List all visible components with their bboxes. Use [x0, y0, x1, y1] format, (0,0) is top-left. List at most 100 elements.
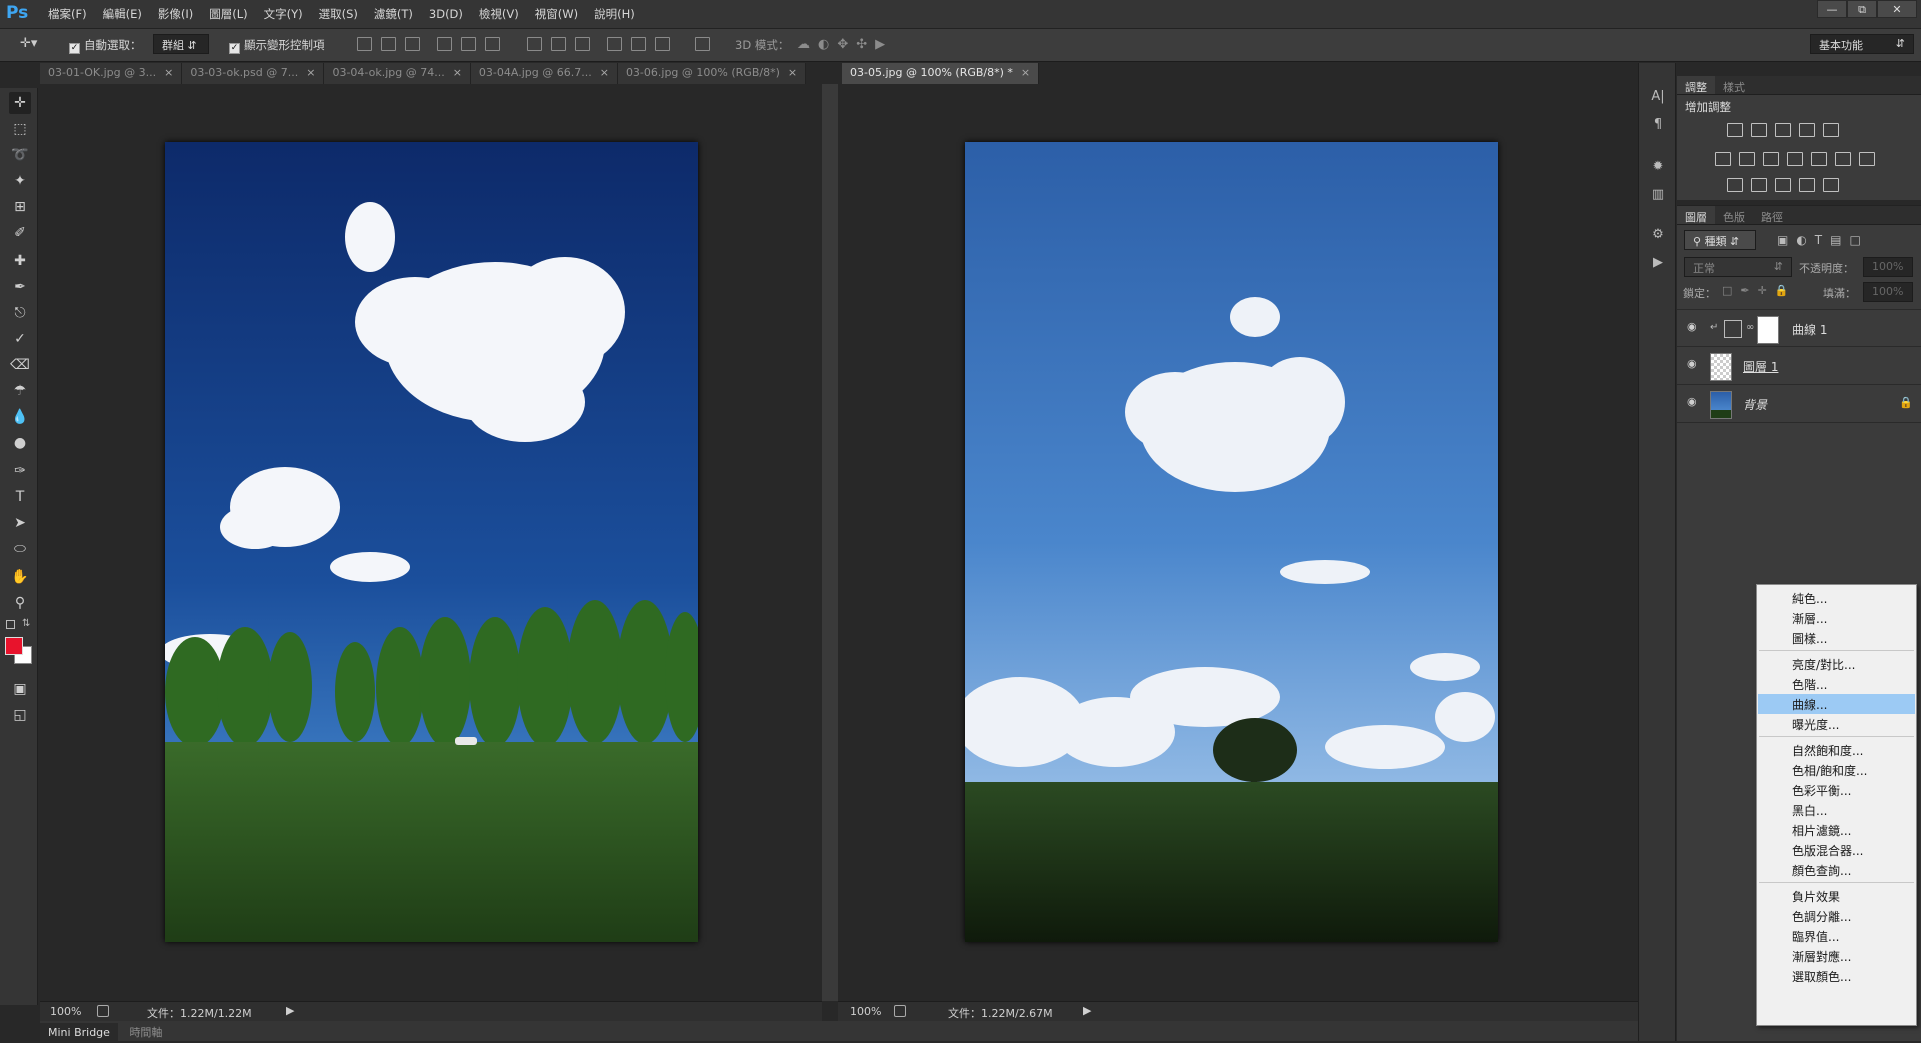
- doc-tab[interactable]: 03-04-ok.jpg @ 74... ×: [324, 63, 471, 84]
- menu-layer[interactable]: 圖層(L): [201, 6, 255, 22]
- type-tool-icon[interactable]: T: [9, 486, 31, 508]
- menu-window[interactable]: 視窗(W): [527, 6, 586, 22]
- tab-mini-bridge[interactable]: Mini Bridge: [40, 1023, 118, 1042]
- histogram-icon[interactable]: ▥: [1650, 187, 1666, 203]
- split-divider[interactable]: [822, 84, 838, 1001]
- move-tool-icon[interactable]: ✛: [9, 92, 31, 114]
- dodge-tool-icon[interactable]: ●: [9, 432, 31, 454]
- distribute-left-icon[interactable]: [607, 37, 622, 51]
- curves-icon[interactable]: [1775, 123, 1791, 137]
- pen-tool-icon[interactable]: ✑: [9, 460, 31, 482]
- menu-3d[interactable]: 3D(D): [421, 6, 471, 22]
- menu-item-brightness-contrast[interactable]: 亮度/對比...: [1758, 654, 1915, 674]
- distribute-hcenter-icon[interactable]: [631, 37, 646, 51]
- lasso-tool-icon[interactable]: ➰: [9, 144, 31, 166]
- swap-colors-icon[interactable]: ⇅: [22, 618, 30, 629]
- right-document-canvas[interactable]: [838, 84, 1638, 1001]
- menu-select[interactable]: 選取(S): [311, 6, 366, 22]
- path-select-tool-icon[interactable]: ➤: [9, 512, 31, 534]
- fill-field[interactable]: 100%: [1863, 282, 1913, 302]
- black-white-icon[interactable]: [1787, 152, 1803, 166]
- brush-tool-icon[interactable]: ✒: [9, 276, 31, 298]
- workspace-dropdown[interactable]: 基本功能 ⇵: [1810, 34, 1914, 54]
- distribute-top-icon[interactable]: [527, 37, 542, 51]
- channel-mixer-icon[interactable]: [1835, 152, 1851, 166]
- visibility-eye-icon[interactable]: ◉: [1687, 396, 1701, 407]
- menu-item-posterize[interactable]: 色調分離...: [1758, 906, 1915, 926]
- layer-row-layer1[interactable]: ◉ 圖層 1: [1677, 347, 1921, 385]
- gradient-triangle-icon[interactable]: [1823, 123, 1839, 137]
- opacity-field[interactable]: 100%: [1863, 257, 1913, 277]
- menu-item-exposure[interactable]: 曝光度...: [1758, 714, 1915, 734]
- menu-item-color-balance[interactable]: 色彩平衡...: [1758, 780, 1915, 800]
- quick-select-tool-icon[interactable]: ✦: [9, 170, 31, 192]
- brightness-icon[interactable]: [1727, 123, 1743, 137]
- brush-settings-icon[interactable]: ✹: [1650, 159, 1666, 175]
- doc-tab-active[interactable]: 03-05.jpg @ 100% (RGB/8*) * ×: [842, 63, 1040, 84]
- tab-channels[interactable]: 色版: [1715, 206, 1753, 224]
- align-right-icon[interactable]: [485, 37, 500, 51]
- threshold-icon[interactable]: [1775, 178, 1791, 192]
- menu-item-curves[interactable]: 曲線...: [1758, 694, 1915, 714]
- menu-item-gradient-map[interactable]: 漸層對應...: [1758, 946, 1915, 966]
- visibility-eye-icon[interactable]: ◉: [1687, 358, 1701, 369]
- move-tool-preset-icon[interactable]: ✛▾: [20, 36, 56, 54]
- status-info-icon[interactable]: [894, 1005, 906, 1017]
- healing-brush-tool-icon[interactable]: ✚: [9, 250, 31, 272]
- menu-item-channel-mixer[interactable]: 色版混合器...: [1758, 840, 1915, 860]
- clone-stamp-tool-icon[interactable]: ⎋: [9, 302, 31, 324]
- restore-button[interactable]: ⧉: [1847, 0, 1877, 18]
- align-vcenter-icon[interactable]: [381, 37, 396, 51]
- blur-tool-icon[interactable]: 💧: [9, 406, 31, 428]
- hue-saturation-icon[interactable]: [1739, 152, 1755, 166]
- character-panel-icon[interactable]: A|: [1650, 89, 1666, 105]
- close-tab-icon[interactable]: ×: [453, 66, 462, 79]
- menu-edit[interactable]: 編輯(E): [95, 6, 150, 22]
- menu-file[interactable]: 檔案(F): [40, 6, 95, 22]
- eyedropper-tool-icon[interactable]: ✐: [9, 222, 31, 244]
- zoom-tool-icon[interactable]: ⚲: [9, 592, 31, 614]
- menu-filter[interactable]: 濾鏡(T): [366, 6, 421, 22]
- photo-filter-icon[interactable]: [1811, 152, 1827, 166]
- paragraph-panel-icon[interactable]: ¶: [1650, 117, 1666, 133]
- layer-row-background[interactable]: ◉ 背景 🔒: [1677, 385, 1921, 423]
- tab-paths[interactable]: 路徑: [1753, 206, 1791, 224]
- gradient-map-icon[interactable]: [1799, 178, 1815, 192]
- close-tab-icon[interactable]: ×: [788, 66, 797, 79]
- menu-item-vibrance[interactable]: 自然飽和度...: [1758, 740, 1915, 760]
- distribute-right-icon[interactable]: [655, 37, 670, 51]
- marquee-tool-icon[interactable]: ⬚: [9, 118, 31, 140]
- align-top-icon[interactable]: [357, 37, 372, 51]
- tab-layers[interactable]: 圖層: [1677, 206, 1715, 224]
- auto-select-dropdown[interactable]: 群組 ⇵: [153, 34, 209, 54]
- status-menu-arrow-icon[interactable]: ▶: [1083, 1004, 1091, 1017]
- menu-image[interactable]: 影像(I): [150, 6, 201, 22]
- menu-item-hue-saturation[interactable]: 色相/飽和度...: [1758, 760, 1915, 780]
- align-bottom-icon[interactable]: [405, 37, 420, 51]
- eraser-tool-icon[interactable]: ⌫: [9, 354, 31, 376]
- distribute-bottom-icon[interactable]: [575, 37, 590, 51]
- close-tab-icon[interactable]: ×: [600, 66, 609, 79]
- chain-link-icon[interactable]: ∞: [1746, 322, 1754, 333]
- lock-icons[interactable]: □✒✛🔒: [1722, 284, 1797, 297]
- layer-filter-icons[interactable]: ▣◐T▤□: [1777, 233, 1869, 247]
- close-tab-icon[interactable]: ×: [1021, 66, 1030, 79]
- selective-color-icon[interactable]: [1823, 178, 1839, 192]
- minimize-button[interactable]: —: [1817, 0, 1847, 18]
- menu-item-levels[interactable]: 色階...: [1758, 674, 1915, 694]
- invert-icon[interactable]: [1727, 178, 1743, 192]
- tab-timeline[interactable]: 時間軸: [121, 1021, 170, 1043]
- history-panel-icon[interactable]: ⚙: [1650, 227, 1666, 243]
- layer-name[interactable]: 背景: [1743, 396, 1767, 413]
- menu-item-gradient[interactable]: 漸層...: [1758, 608, 1915, 628]
- close-window-button[interactable]: ✕: [1877, 0, 1917, 18]
- menu-item-photo-filter[interactable]: 相片濾鏡...: [1758, 820, 1915, 840]
- zoom-level[interactable]: 100%: [50, 1005, 81, 1018]
- menu-item-black-white[interactable]: 黑白...: [1758, 800, 1915, 820]
- hand-tool-icon[interactable]: ✋: [9, 566, 31, 588]
- show-transform-checkbox[interactable]: ✓ 顯示變形控制項: [229, 37, 325, 54]
- layer-mask-thumbnail[interactable]: [1757, 316, 1779, 344]
- levels-icon[interactable]: [1751, 123, 1767, 137]
- menu-item-invert[interactable]: 負片效果: [1758, 886, 1915, 906]
- history-brush-tool-icon[interactable]: ✓: [9, 328, 31, 350]
